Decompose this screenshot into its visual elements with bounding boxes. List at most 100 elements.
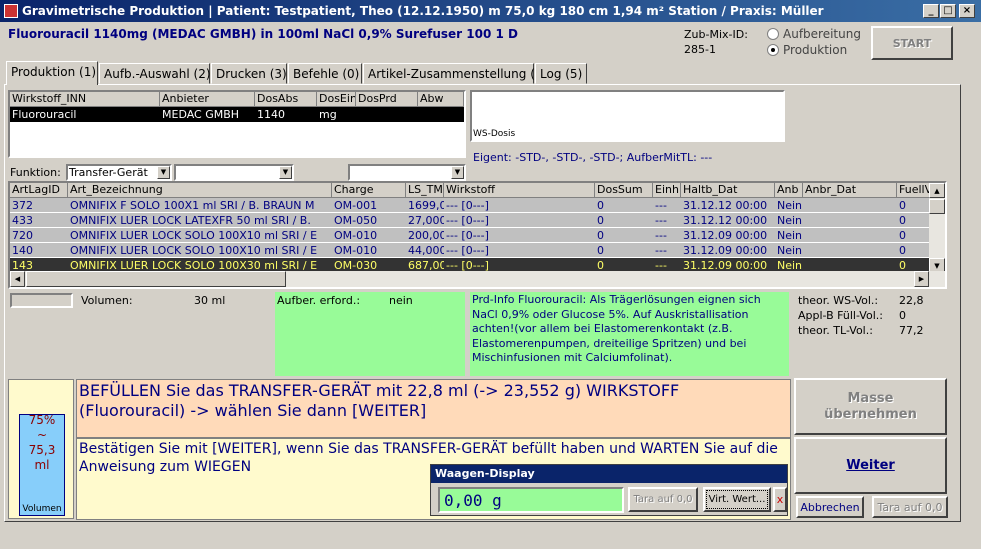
hscroll-thumb[interactable] (26, 271, 286, 287)
col-abw: Abw (418, 92, 464, 107)
abbrechen-button[interactable]: Abbrechen (796, 496, 864, 518)
cell-dossum: 0 (597, 199, 604, 212)
cell: MEDAC GMBH (162, 108, 240, 121)
col-anb[interactable]: Anb (775, 183, 803, 198)
zub-mix-value: 285-1 (684, 43, 716, 56)
col-dosabs: DosAbs (255, 92, 317, 107)
product-title: Fluorouracil 1140mg (MEDAC GMBH) in 100m… (8, 27, 518, 41)
tab-aufb-auswahl[interactable]: Aufb.-Auswahl (2) (99, 63, 211, 84)
cell (418, 107, 464, 122)
tara-button[interactable]: Tara auf 0,0 (872, 496, 948, 518)
tab-produktion[interactable]: Produktion (1) (6, 61, 98, 85)
chevron-down-icon: ▼ (157, 166, 170, 179)
cell-dossum: 0 (597, 244, 604, 257)
cell-artlagid: 372 (12, 199, 33, 212)
funktion-select[interactable]: Transfer-Gerät ▼ (66, 164, 172, 181)
table-row[interactable]: 140 OMNIFIX LUER LOCK SOLO 100X10 ml SRI … (10, 243, 945, 258)
ws-dosis-label: WS-Dosis (473, 129, 516, 139)
cell-anb: Nein (777, 229, 803, 242)
cell-haltb-dat: 31.12.12 00:00 (683, 214, 768, 227)
horizontal-scrollbar[interactable]: ◀ ▶ (10, 271, 945, 287)
cell: Fluorouracil (12, 108, 77, 121)
tab-befehle[interactable]: Befehle (0) (288, 63, 362, 84)
col-einh[interactable]: Einh (653, 183, 681, 198)
cell-einh: --- (655, 229, 667, 242)
cell-einh: --- (655, 214, 667, 227)
radio-produktion[interactable]: Produktion (767, 43, 847, 57)
title-bar: Gravimetrische Produktion | Patient: Tes… (0, 0, 981, 22)
cell-wirkstoff: --- [0---] (446, 244, 489, 257)
col-artlagid[interactable]: ArtLagID (10, 183, 68, 198)
table-row[interactable]: 720 OMNIFIX LUER LOCK SOLO 100X10 ml SRI … (10, 228, 945, 243)
tab-drucken[interactable]: Drucken (3) (211, 63, 287, 84)
col-anbr-dat[interactable]: Anbr_Dat (803, 183, 897, 198)
tab-artikel-zusammenstellung[interactable]: Artikel-Zusammenstellung (4) (363, 63, 547, 84)
minimize-button[interactable]: _ (923, 4, 939, 18)
cell-ls-tm: 27,000 (408, 214, 444, 227)
wirkstoff-grid[interactable]: Wirkstoff_INN Anbieter DosAbs DosEin Dos… (8, 90, 466, 158)
cell-artlagid: 433 (12, 214, 33, 227)
cell-haltb-dat: 31.12.12 00:00 (683, 199, 768, 212)
filter-select-3[interactable]: ▼ (348, 164, 466, 181)
radio-checked-icon (767, 44, 779, 56)
close-button[interactable]: × (959, 4, 975, 18)
virt-wert-button[interactable]: Virt. Wert... (703, 487, 771, 512)
table-row[interactable]: 433 OMNIFIX LUER LOCK LATEXFR 50 ml SRI /… (10, 213, 945, 228)
cell-anbr-dat (803, 228, 897, 243)
cell-charge: OM-001 (334, 199, 378, 212)
volume-percent: 75% (28, 413, 56, 427)
zub-mix-label: Zub-Mix-ID: (684, 28, 748, 41)
cell-art-bezeichnung: OMNIFIX F SOLO 100X1 ml SRI / B. BRAUN M (70, 199, 315, 212)
scroll-right-icon[interactable]: ▶ (914, 271, 929, 287)
theo-ws-label: theor. WS-Vol.: (798, 294, 879, 307)
appl-label: Appl-B Füll-Vol.: (798, 309, 883, 322)
aufber-panel: Aufber. erford.: nein (275, 292, 465, 376)
scroll-up-icon[interactable]: ▲ (929, 183, 945, 198)
waagen-title: Waagen-Display (431, 465, 787, 483)
scroll-left-icon[interactable]: ◀ (10, 271, 25, 287)
cell-anbr-dat (803, 243, 897, 258)
col-charge[interactable]: Charge (332, 183, 406, 198)
col-dossum[interactable]: DosSum (595, 183, 653, 198)
radio-aufbereitung[interactable]: Aufbereitung (767, 27, 861, 41)
chevron-down-icon: ▼ (279, 166, 292, 179)
appl-value: 0 (899, 309, 906, 322)
cell-wirkstoff: --- [0---] (446, 229, 489, 242)
waage-close-icon[interactable]: x (773, 487, 787, 512)
aufber-label: Aufber. erford.: (277, 294, 361, 307)
col-haltb-dat[interactable]: Haltb_Dat (681, 183, 775, 198)
funktion-label: Funktion: (10, 166, 61, 179)
table-row[interactable]: 372 OMNIFIX F SOLO 100X1 ml SRI / B. BRAU… (10, 198, 945, 213)
instruction-text: BEFÜLLEN Sie das TRANSFER-GERÄT mit 22,8… (76, 379, 791, 438)
cell-einh: --- (655, 199, 667, 212)
tab-log[interactable]: Log (5) (535, 63, 587, 84)
weiter-button[interactable]: Weiter (794, 437, 947, 494)
col-wirkstoff[interactable]: Wirkstoff (444, 183, 595, 198)
table-row[interactable]: Fluorouracil MEDAC GMBH 1140 mg (10, 107, 464, 122)
waagen-value: 0,00 g (438, 487, 624, 513)
col-ls-tm[interactable]: LS_TM (406, 183, 444, 198)
start-button[interactable]: START (871, 26, 953, 60)
cell-artlagid: 720 (12, 229, 33, 242)
col-art-bezeichnung[interactable]: Art_Bezeichnung (68, 183, 332, 198)
cell-dossum: 0 (597, 214, 604, 227)
articles-grid[interactable]: ArtLagID Art_Bezeichnung Charge LS_TM Wirkst… (8, 181, 947, 289)
cell-ls-tm: 1699,0 (408, 199, 444, 212)
volume-tilde: ~ (36, 428, 48, 442)
cell-anbr-dat (803, 198, 897, 213)
cell-art-bezeichnung: OMNIFIX LUER LOCK LATEXFR 50 ml SRI / B. (70, 214, 311, 227)
cell-charge: OM-050 (334, 214, 378, 227)
maximize-button[interactable]: □ (940, 4, 956, 18)
cell-einh: --- (655, 244, 667, 257)
col-dosein: DosEin (317, 92, 356, 107)
cell-wirkstoff: --- [0---] (446, 214, 489, 227)
funktion-value: Transfer-Gerät (69, 166, 148, 179)
scroll-thumb[interactable] (929, 199, 945, 214)
vertical-scrollbar[interactable]: ▲ ▼ (929, 183, 945, 273)
waage-tara-button[interactable]: Tara auf 0,0 (628, 487, 698, 512)
filter-select-2[interactable]: ▼ (174, 164, 294, 181)
theo-tl-value: 77,2 (899, 324, 924, 337)
cell: 1140 (257, 108, 285, 121)
ws-dosis-box: WS-Dosis (470, 90, 785, 142)
masse-uebernehmen-button[interactable]: Masse übernehmen (794, 378, 947, 435)
